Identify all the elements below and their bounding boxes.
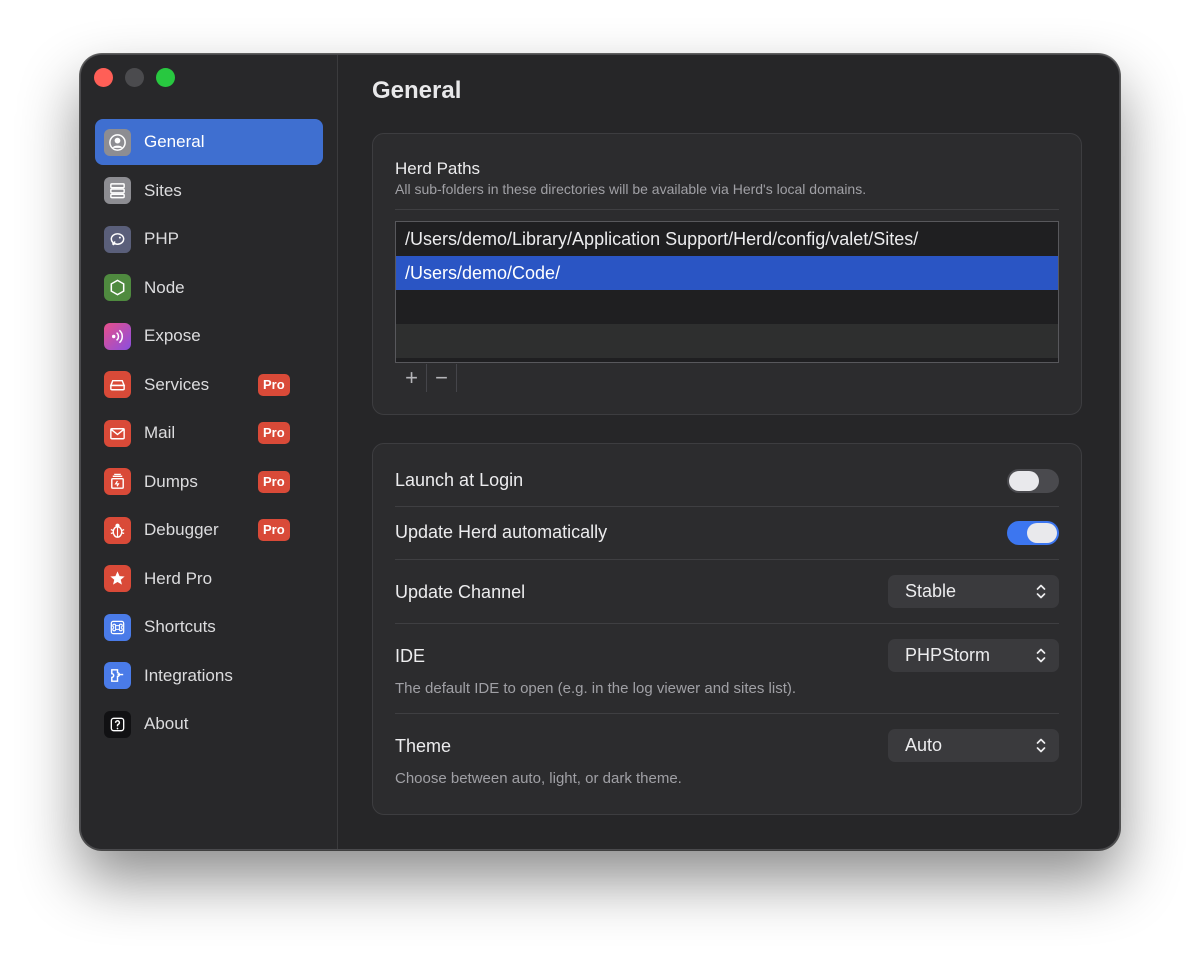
dump-stack-icon bbox=[104, 468, 131, 495]
theme-label: Theme bbox=[395, 736, 452, 756]
sidebar-item-label: Dumps bbox=[144, 471, 198, 491]
hexagon-icon bbox=[104, 274, 131, 301]
person-circle-icon bbox=[104, 128, 131, 156]
auto-update-row: Update Herd automatically bbox=[395, 507, 1059, 560]
sidebar-item-debugger[interactable]: Debugger Pro bbox=[95, 507, 323, 553]
theme-select[interactable]: Auto bbox=[888, 729, 1059, 762]
update-channel-select[interactable]: Stable bbox=[888, 575, 1059, 608]
settings-window: General Sites PHP Node Expose Services P… bbox=[80, 54, 1120, 850]
sidebar-item-label: Shortcuts bbox=[144, 617, 216, 636]
command-key-icon bbox=[104, 613, 131, 641]
chevron-up-down-icon bbox=[1036, 738, 1046, 753]
sidebar-item-label: Integrations bbox=[144, 665, 233, 685]
sidebar: General Sites PHP Node Expose Services P… bbox=[81, 55, 338, 849]
sidebar-item-label: About bbox=[144, 714, 189, 733]
herd-paths-list[interactable]: /Users/demo/Library/Application Support/… bbox=[395, 221, 1059, 363]
list-controls: + − bbox=[397, 364, 457, 392]
select-value: Auto bbox=[905, 735, 943, 755]
remove-path-button[interactable]: − bbox=[427, 364, 457, 392]
launch-at-login-toggle[interactable] bbox=[1007, 469, 1059, 493]
path-row[interactable]: /Users/demo/Library/Application Support/… bbox=[396, 222, 1058, 256]
sidebar-item-node[interactable]: Node bbox=[95, 265, 323, 311]
sidebar-item-sites[interactable]: Sites bbox=[95, 168, 323, 214]
update-channel-label: Update Channel bbox=[395, 582, 526, 602]
empty-row bbox=[396, 324, 1058, 358]
pro-badge: Pro bbox=[258, 519, 290, 541]
sidebar-item-php[interactable]: PHP bbox=[95, 216, 323, 262]
sidebar-item-services[interactable]: Services Pro bbox=[95, 362, 323, 408]
sidebar-item-label: Services bbox=[144, 374, 210, 394]
update-channel-row: Update Channel Stable bbox=[395, 560, 1059, 624]
sidebar-nav: General Sites PHP Node Expose Services P… bbox=[95, 119, 323, 750]
path-row-selected[interactable]: /Users/demo/Code/ bbox=[396, 256, 1058, 290]
bug-icon bbox=[104, 516, 131, 544]
sidebar-item-herd-pro[interactable]: Herd Pro bbox=[95, 556, 323, 602]
sidebar-item-dumps[interactable]: Dumps Pro bbox=[95, 459, 323, 505]
theme-row: Theme Auto Choose between auto, light, o… bbox=[395, 714, 1059, 814]
zoom-window-button[interactable] bbox=[156, 68, 175, 87]
star-icon bbox=[104, 565, 131, 592]
envelope-icon bbox=[104, 419, 131, 447]
sidebar-item-label: Sites bbox=[144, 180, 182, 200]
auto-update-label: Update Herd automatically bbox=[395, 522, 608, 542]
theme-description: Choose between auto, light, or dark them… bbox=[395, 770, 682, 787]
sidebar-item-label: Herd Pro bbox=[144, 568, 213, 588]
launch-at-login-label: Launch at Login bbox=[395, 470, 524, 490]
toggle-knob bbox=[1027, 523, 1057, 543]
ide-select[interactable]: PHPStorm bbox=[888, 639, 1059, 672]
auto-update-toggle[interactable] bbox=[1007, 521, 1059, 545]
sidebar-item-integrations[interactable]: Integrations bbox=[95, 653, 323, 699]
select-value: Stable bbox=[905, 581, 957, 601]
database-drive-icon bbox=[104, 371, 131, 398]
sidebar-item-label: PHP bbox=[144, 229, 179, 248]
ide-label: IDE bbox=[395, 646, 426, 666]
empty-row bbox=[396, 290, 1058, 324]
sidebar-item-shortcuts[interactable]: Shortcuts bbox=[95, 604, 323, 650]
chevron-up-down-icon bbox=[1036, 584, 1046, 599]
page-title: General bbox=[372, 77, 462, 104]
add-path-button[interactable]: + bbox=[397, 364, 427, 392]
herd-paths-title: Herd Paths bbox=[395, 159, 481, 178]
minimize-window-button[interactable] bbox=[125, 68, 144, 87]
window-controls bbox=[94, 68, 175, 87]
ide-description: The default IDE to open (e.g. in the log… bbox=[395, 680, 797, 697]
close-window-button[interactable] bbox=[94, 68, 113, 87]
sidebar-item-label: Node bbox=[144, 277, 185, 297]
pro-badge: Pro bbox=[258, 373, 290, 396]
pro-badge: Pro bbox=[258, 470, 290, 493]
sidebar-item-label: Debugger bbox=[144, 520, 219, 539]
main-content: General Herd Paths All sub-folders in th… bbox=[339, 55, 1119, 849]
sidebar-item-mail[interactable]: Mail Pro bbox=[95, 410, 323, 456]
plug-icon bbox=[104, 662, 131, 689]
sidebar-item-general[interactable]: General bbox=[95, 119, 323, 165]
toggle-knob bbox=[1009, 471, 1039, 491]
sidebar-item-label: Expose bbox=[144, 326, 201, 345]
sidebar-item-about[interactable]: About bbox=[95, 701, 323, 747]
broadcast-icon bbox=[104, 322, 131, 350]
question-mark-icon bbox=[104, 710, 131, 738]
herd-paths-card: Herd Paths All sub-folders in these dire… bbox=[372, 133, 1082, 415]
settings-card: Launch at Login Update Herd automaticall… bbox=[372, 443, 1082, 815]
chevron-up-down-icon bbox=[1036, 648, 1046, 663]
select-value: PHPStorm bbox=[905, 645, 991, 665]
herd-paths-description: All sub-folders in these directories wil… bbox=[395, 181, 867, 197]
pro-badge: Pro bbox=[258, 422, 290, 444]
sidebar-item-label: General bbox=[144, 132, 205, 151]
divider bbox=[395, 209, 1059, 210]
launch-at-login-row: Launch at Login bbox=[395, 444, 1059, 507]
server-rack-icon bbox=[104, 177, 131, 204]
sidebar-item-expose[interactable]: Expose bbox=[95, 313, 323, 359]
sidebar-item-label: Mail bbox=[144, 423, 176, 442]
elephant-icon bbox=[104, 225, 131, 253]
ide-row: IDE PHPStorm The default IDE to open (e.… bbox=[395, 624, 1059, 714]
